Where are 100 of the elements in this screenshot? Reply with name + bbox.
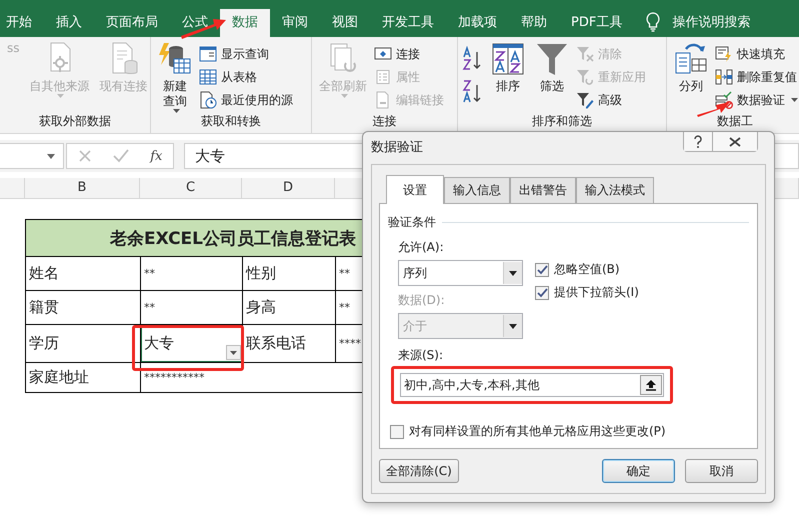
ribbon-button[interactable]: 连接 (374, 43, 444, 65)
ribbon-button-label: 从表格 (221, 68, 257, 86)
ribbon-button-label: 自其他来源 (30, 79, 90, 94)
ribbon-icon (199, 68, 217, 86)
checkbox[interactable] (535, 262, 549, 276)
ribbon-button-label: 快速填充 (737, 46, 785, 62)
close-button[interactable] (713, 132, 757, 151)
help-icon (693, 135, 703, 148)
ribbon-button-label: 最近使用的源 (221, 92, 293, 108)
ribbon-button-label: 排序 (496, 79, 520, 94)
ribbon-button-label: 数据验证 (737, 92, 785, 108)
cell-text: 学历 (29, 334, 59, 353)
allow-dropdown[interactable]: 序列 (398, 260, 523, 286)
ribbon-button-label: 连接 (396, 46, 420, 62)
ribbon-tab[interactable]: 加载项 (446, 9, 509, 37)
ribbon-tab[interactable]: 开始 (0, 9, 44, 37)
caret-icon (509, 270, 517, 276)
ribbon-tab[interactable]: PDF工具 (559, 9, 634, 37)
column-header[interactable]: B (25, 178, 140, 198)
ribbon-button-label: 显示查询 (221, 46, 269, 62)
ribbon-icon (374, 68, 392, 86)
ribbon-icon (715, 68, 733, 86)
ribbon-icon (715, 45, 733, 63)
cell-text: 性别 (246, 264, 276, 283)
dialog-title: 数据验证 (371, 139, 423, 156)
ribbon-button-label: 编辑链接 (396, 92, 444, 108)
dialog-button[interactable]: 确定 (602, 459, 675, 483)
ribbon-tab[interactable]: 插入 (44, 9, 94, 37)
ribbon-tab[interactable]: 公式 (170, 9, 220, 37)
ribbon-icon (576, 68, 594, 86)
ribbon-group-label: 数据工 (716, 113, 754, 130)
ribbon-button[interactable]: 筛选 (532, 41, 572, 113)
lightbulb-icon[interactable] (646, 12, 660, 32)
field-label: 来源(S): (398, 347, 444, 364)
ribbon-group-label: 获取和转换 (200, 113, 262, 130)
cell-text: *********** (144, 371, 204, 384)
ribbon-button-label: 分列 (679, 79, 703, 94)
annotation-arrow (697, 102, 730, 117)
cell-text: 身高 (246, 298, 276, 317)
cell-text: 大专 (144, 334, 174, 353)
checkbox[interactable] (390, 424, 404, 438)
source-field[interactable]: 初中,高中,大专,本科,其他 (400, 373, 664, 397)
ribbon-button-label: 查询 (163, 94, 187, 109)
ribbon-button-label: 清除 (598, 46, 622, 62)
ribbon-button-label: 新建 (163, 79, 187, 94)
check-icon[interactable] (112, 149, 129, 163)
field-label: 数据(D): (398, 292, 446, 309)
ribbon-button[interactable]: 从表格 (199, 66, 293, 88)
cell-text: ** (339, 301, 350, 314)
cell-text: 家庭地址 (29, 368, 89, 387)
ribbon-button-label: 删除重复值 (737, 68, 797, 86)
ribbon-icon (535, 41, 569, 77)
dialog-tab[interactable]: 设置 (386, 175, 444, 204)
ribbon-button-label: 属性 (396, 68, 420, 86)
checkbox-label: 忽略空值(B) (554, 261, 620, 278)
ribbon-tab[interactable]: 帮助 (509, 9, 559, 37)
dialog-tab[interactable]: 出错警告 (510, 177, 576, 203)
dialog-button[interactable]: 全部清除(C) (379, 459, 459, 483)
ribbon-icon (576, 91, 594, 109)
caret-icon (230, 350, 237, 354)
close-icon (729, 136, 741, 146)
ribbon-button-label: 全部刷新 (319, 79, 367, 94)
ribbon-button[interactable]: 排序 (488, 41, 528, 113)
dropdown-button[interactable] (226, 345, 241, 360)
cell-text: 籍贯 (29, 298, 59, 317)
ribbon-button[interactable]: 新建 查询 (155, 41, 195, 113)
help-button[interactable] (684, 132, 713, 151)
ribbon-icon (576, 45, 594, 63)
ribbon-button[interactable]: 高级 (576, 89, 646, 111)
checkbox[interactable] (535, 286, 549, 300)
search-prompt[interactable]: 操作说明搜索 (672, 9, 750, 37)
ribbon-button[interactable]: 分列 (671, 41, 711, 113)
ribbon-button[interactable]: 删除重复值 (715, 66, 798, 88)
ribbon-button-label: 筛选 (540, 79, 564, 94)
collapse-button[interactable] (640, 375, 662, 395)
column-header[interactable]: C (140, 178, 242, 198)
ribbon-group-label: 连接 (372, 113, 398, 130)
ribbon-tab[interactable]: 页面布局 (94, 9, 170, 37)
cell-text: ** (144, 301, 155, 314)
dialog-tab[interactable]: 输入法模式 (576, 177, 654, 203)
ribbon-button-label: 重新应用 (598, 68, 646, 86)
cell-text: 联系电话 (246, 334, 306, 353)
dialog-button[interactable]: 取消 (685, 459, 758, 483)
ribbon-button[interactable]: 显示查询 (199, 43, 293, 65)
caret-icon (47, 154, 55, 158)
ribbon-tab[interactable]: 审阅 (270, 9, 320, 37)
ribbon-button-label: 高级 (598, 92, 622, 108)
ribbon-button[interactable]: 最近使用的源 (199, 89, 293, 111)
ribbon-tab[interactable]: 开发工具 (370, 9, 446, 37)
ribbon-tab[interactable]: 视图 (320, 9, 370, 37)
cell-text: ** (144, 267, 155, 280)
ribbon-button[interactable]: 快速填充 (715, 43, 798, 65)
caret-icon (509, 324, 517, 328)
insert-function-button[interactable]: fx (150, 148, 162, 164)
ribbon-tab[interactable]: 数据 (220, 9, 270, 37)
column-header[interactable]: D (242, 178, 335, 198)
dialog-tab[interactable]: 输入信息 (444, 177, 510, 203)
checkbox-label: 提供下拉箭头(I) (554, 284, 639, 301)
ribbon-button-label: ss (7, 41, 20, 56)
ribbon-group-label: 排序和筛选 (531, 113, 593, 130)
